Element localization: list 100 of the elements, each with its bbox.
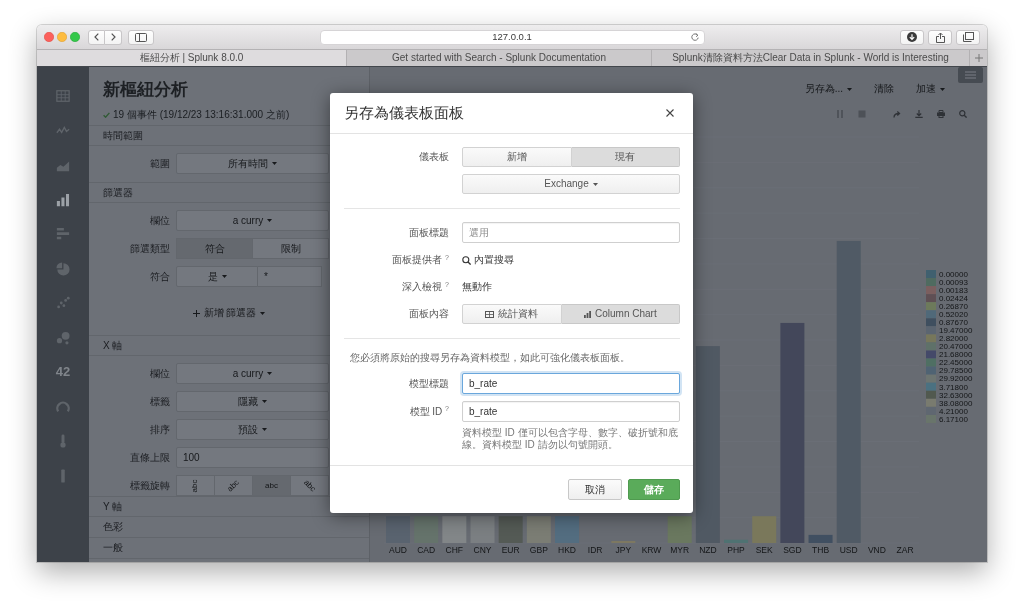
dropdown-button[interactable]: 預設	[176, 419, 329, 440]
column-chart-icon[interactable]	[56, 192, 70, 207]
legend-label: 0.00000	[939, 269, 968, 279]
dropdown-button[interactable]: 是	[176, 266, 258, 287]
value-text: 無動作	[462, 281, 492, 293]
browser-tab[interactable]: Get started with Search - Splunk Documentation	[347, 50, 652, 66]
legend-label: 0.02424	[939, 293, 968, 303]
axis-label: VND	[867, 544, 886, 555]
dropdown-button[interactable]: a curry	[176, 210, 329, 231]
legend-label: 0.87670	[939, 318, 968, 328]
zoom-window-icon[interactable]	[70, 32, 80, 42]
text-input[interactable]: b_rate	[462, 401, 680, 422]
scatter-plot-icon[interactable]	[56, 296, 70, 311]
dropdown-button[interactable]: a curry	[176, 363, 329, 384]
printer-icon[interactable]	[937, 110, 945, 118]
search-icon	[462, 255, 471, 265]
toolbar-link[interactable]: 清除	[874, 83, 894, 95]
rotation-option[interactable]: abc	[291, 475, 329, 496]
field-label: 排序	[149, 423, 170, 436]
caret-icon	[262, 428, 267, 431]
segment-button[interactable]: 現有	[571, 147, 680, 167]
caret-icon	[260, 311, 266, 315]
caret-icon	[272, 162, 277, 165]
field-label: 標籤	[149, 395, 170, 408]
column-chart-icon	[584, 310, 591, 318]
reload-icon[interactable]	[690, 33, 699, 41]
text-input[interactable]: *	[258, 266, 322, 287]
pie-chart-icon[interactable]	[56, 261, 70, 276]
axis-label: EUR	[501, 544, 520, 555]
text-input[interactable]: b_rate	[462, 373, 680, 394]
plus-icon[interactable]	[974, 54, 983, 62]
sidebar-icon	[135, 32, 147, 42]
caret-icon	[847, 87, 852, 91]
axis-label: HKD	[558, 544, 576, 555]
field-label: 篩選類型	[129, 242, 170, 255]
segment-button[interactable]: 限制	[253, 238, 329, 259]
menu-button[interactable]	[958, 67, 983, 83]
axis-label: GBP	[529, 544, 548, 555]
rotation-option[interactable]: abc	[253, 475, 291, 496]
forward-button[interactable]	[105, 29, 122, 45]
bubble-chart-icon[interactable]	[56, 330, 70, 345]
axis-label: JPY	[615, 544, 632, 555]
menu-dropdown[interactable]: 加速	[916, 83, 945, 95]
address-field[interactable]: 127.0.0.1	[319, 29, 705, 45]
browser-tab[interactable]: Splunk清除資料方法Clear Data in Splunk - World is Interesting	[652, 50, 970, 66]
browser-tab[interactable]: 樞紐分析 | Splunk 8.0.0	[37, 50, 347, 66]
single-value-option[interactable]: 42	[55, 365, 71, 380]
text-input[interactable]: 選用	[462, 222, 680, 243]
field-label: 模型標題	[408, 377, 449, 390]
download-button[interactable]	[900, 29, 924, 45]
segment-button[interactable]: 符合	[176, 238, 253, 259]
cancel-button[interactable]: 取消	[568, 479, 622, 500]
bar-chart-icon[interactable]	[56, 227, 70, 242]
field-label: 欄位	[149, 367, 170, 380]
rotation-option[interactable]: abc	[176, 475, 215, 496]
save-button[interactable]: 儲存	[628, 479, 680, 500]
download-icon	[907, 32, 917, 42]
dropdown-button[interactable]: 所有時間	[176, 153, 329, 174]
axis-label: CHF	[445, 544, 464, 555]
share-button[interactable]	[928, 29, 952, 45]
rotation-option[interactable]: abc	[215, 475, 253, 496]
share-icon	[935, 31, 945, 43]
menu-dropdown[interactable]: 另存為...	[804, 83, 852, 95]
share-icon[interactable]	[893, 110, 901, 118]
legend-label: 29.78500	[939, 366, 973, 376]
chevron-left-icon	[94, 33, 99, 41]
segment-button[interactable]: 新增	[462, 147, 572, 167]
close-window-icon[interactable]	[44, 32, 54, 42]
axis-label: PHP	[727, 544, 745, 555]
close-icon[interactable]	[666, 109, 674, 117]
back-button[interactable]	[88, 29, 105, 45]
legend-label: 20.47000	[939, 342, 973, 352]
axis-label: SGD	[783, 544, 802, 555]
legend-label: 4.21000	[939, 406, 968, 416]
legend-label: 19.47000	[939, 326, 973, 336]
segment-button[interactable]: 統計資料	[462, 304, 562, 324]
field-label: 儀表板	[418, 151, 449, 163]
gauge-icon[interactable]	[56, 399, 70, 414]
dropdown-button[interactable]: Exchange	[462, 174, 680, 194]
section-title: 時間範圍	[103, 129, 143, 142]
text-input[interactable]: 100	[176, 447, 329, 468]
chevron-right-icon	[110, 33, 116, 41]
field-label: 面板提供者 $^{?}$	[391, 254, 449, 266]
tabs-button[interactable]	[956, 29, 980, 45]
menu-icon	[965, 71, 976, 79]
axis-label: MYR	[670, 544, 690, 555]
segment-button[interactable]: Column Chart	[561, 304, 680, 324]
search-icon[interactable]	[959, 110, 967, 118]
minimize-window-icon[interactable]	[57, 32, 67, 42]
table-icon[interactable]	[56, 89, 70, 104]
sidebar-button[interactable]	[128, 29, 154, 45]
download-icon[interactable]	[915, 110, 923, 118]
axis-label: SEK	[755, 544, 773, 555]
dropdown-button[interactable]: 隱藏	[176, 391, 329, 412]
help-text: 資料模型 ID 僅可以包含字母、數字、破折號和底線。資料模型 ID 請勿以句號開頭。	[462, 427, 679, 451]
legend-label: 32.63000	[939, 390, 973, 400]
field-label: 範圍	[149, 157, 170, 170]
caret-icon	[221, 275, 227, 278]
add-filter-link[interactable]: 新增 篩選器	[192, 307, 266, 319]
caret-icon	[262, 400, 267, 403]
